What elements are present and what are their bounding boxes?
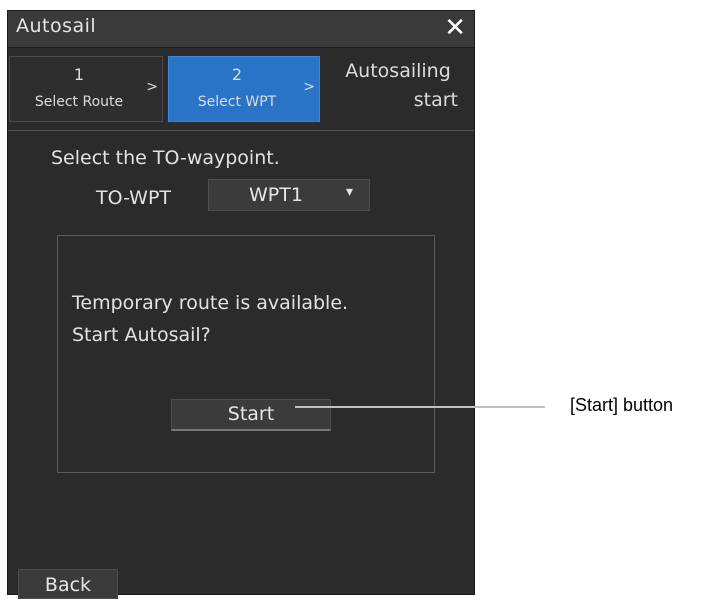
start-button[interactable]: Start [171,399,331,431]
step-label: Autosailing [345,60,451,82]
message-line: Start Autosail? [72,324,211,346]
to-wpt-dropdown[interactable]: WPT1 ▾ [208,179,370,211]
chevron-down-icon: ▾ [345,184,353,200]
to-wpt-value: WPT1 [249,184,303,206]
close-icon[interactable]: ✕ [444,13,466,43]
step-arrow-icon: > [146,79,158,95]
dialog-title: Autosail [16,15,97,37]
title-bar: Autosail ✕ [8,11,474,48]
callout-line [295,406,545,408]
step-label: Select WPT [197,94,277,110]
step-select-wpt[interactable]: 2 Select WPT > [168,56,320,122]
step-autosailing-start[interactable]: Autosailing start [324,56,472,122]
callout-label: [Start] button [570,395,674,415]
step-label: Select Route [34,94,124,110]
message-box: Temporary route is available. Start Auto… [57,235,435,473]
prompt-text: Select the TO-waypoint. [51,147,280,169]
message-line: Temporary route is available. [72,292,349,314]
step-arrow-icon: > [303,79,315,95]
step-number: 1 [73,65,85,84]
step-label: start [413,89,458,111]
step-indicator: 1 Select Route > 2 Select WPT > Autosail… [8,48,474,131]
step-number: 2 [231,65,243,84]
to-wpt-label: TO-WPT [96,187,172,209]
autosail-dialog: Autosail ✕ 1 Select Route > 2 Select WPT… [7,10,475,599]
step-select-route[interactable]: 1 Select Route > [9,56,163,122]
